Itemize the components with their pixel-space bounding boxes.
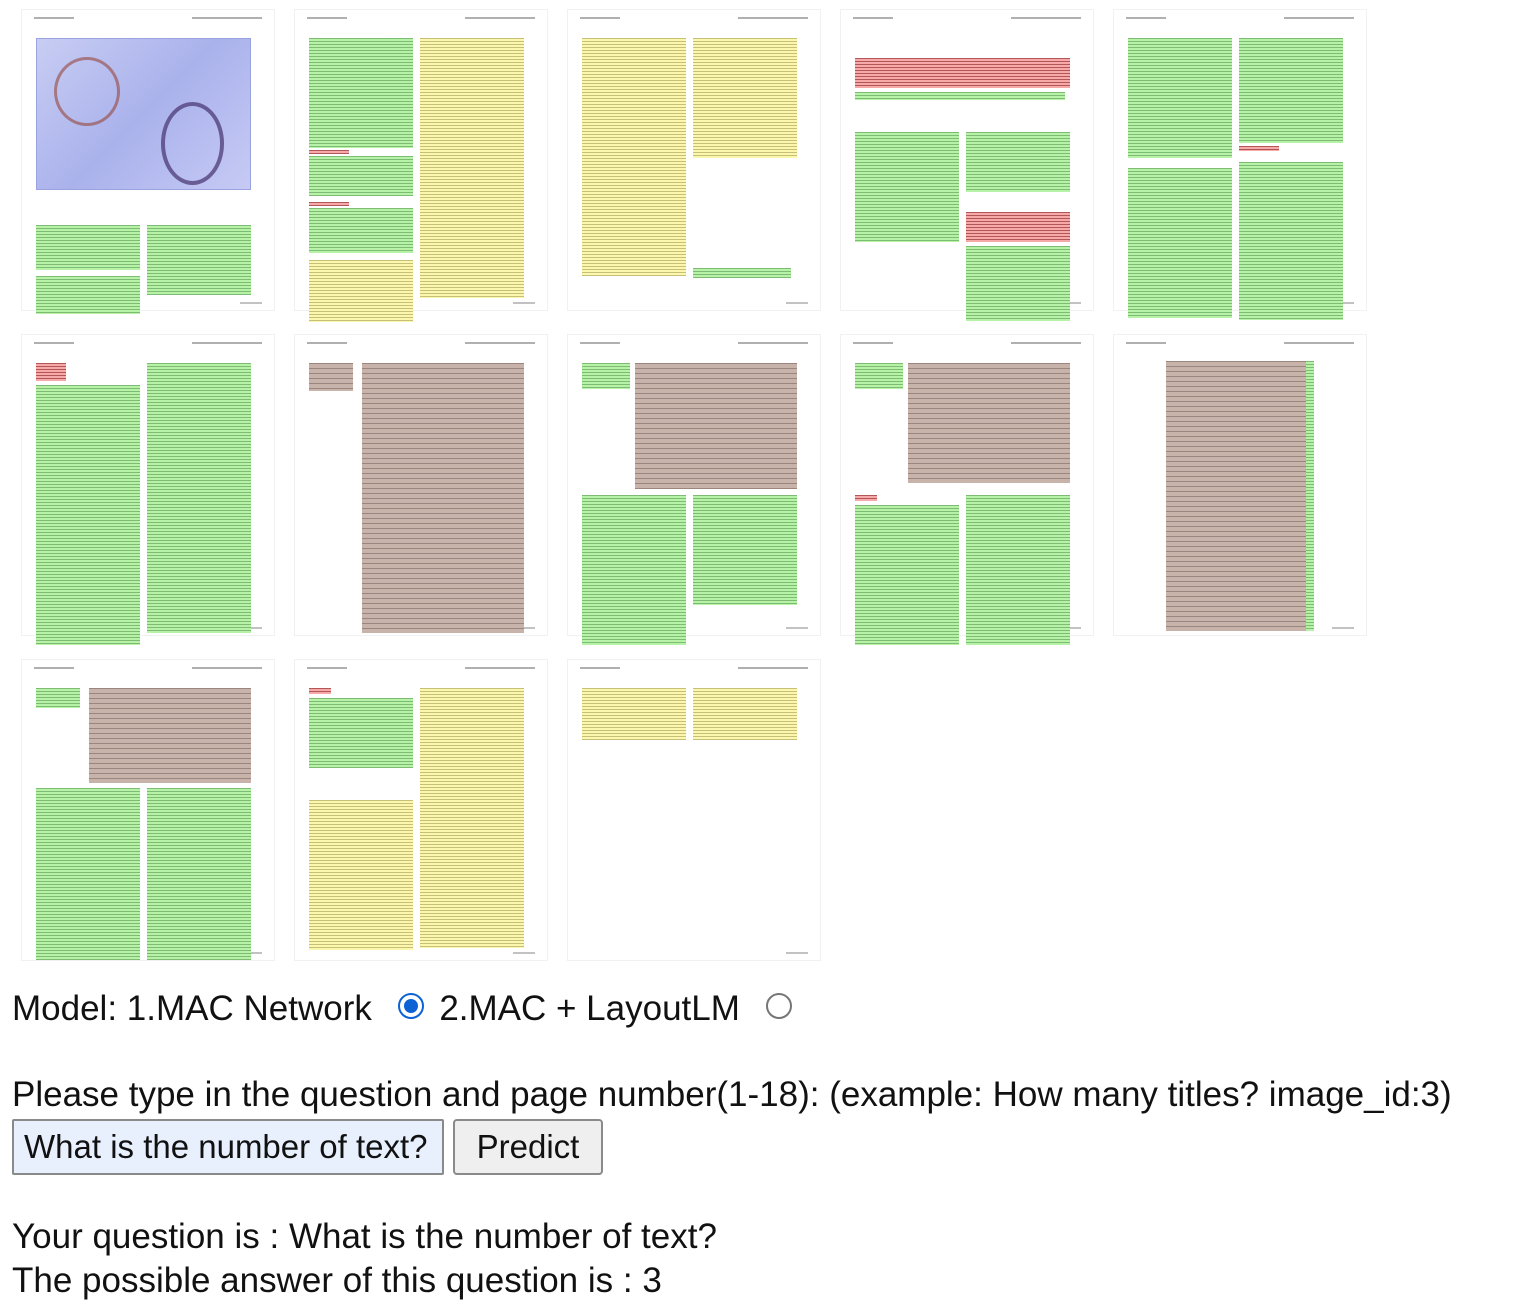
question-prompt: Please type in the question and page num…	[12, 1075, 1452, 1114]
list-region	[582, 38, 686, 276]
page-header-line	[580, 667, 808, 669]
text-region	[855, 363, 903, 389]
text-region	[1306, 361, 1314, 631]
text-region	[966, 246, 1070, 321]
text-region	[966, 132, 1070, 192]
text-region	[147, 225, 251, 295]
model-option-1-radio[interactable]	[397, 992, 424, 1019]
title-region	[309, 202, 349, 206]
text-region	[36, 276, 140, 314]
list-region	[420, 688, 524, 948]
table-region	[908, 363, 1070, 483]
page-footer-line	[580, 302, 808, 304]
page-thumbnail-12[interactable]	[295, 660, 547, 960]
page-thumbnail-11[interactable]	[22, 660, 274, 960]
page-header-line	[307, 342, 535, 344]
page-thumbnail-13[interactable]	[568, 660, 820, 960]
page-header-line	[853, 342, 1081, 344]
text-region	[1128, 38, 1232, 158]
text-region	[1128, 168, 1232, 318]
page-header-line	[34, 17, 262, 19]
page-header-line	[34, 342, 262, 344]
table-region	[635, 363, 797, 489]
text-region	[309, 698, 413, 768]
page-thumbnail-4[interactable]	[841, 10, 1093, 321]
page-header-line	[1126, 17, 1354, 19]
text-region	[36, 788, 140, 960]
text-region	[147, 363, 251, 633]
page-footer-line	[307, 952, 535, 954]
table-region	[309, 363, 353, 391]
result-answer: The possible answer of this question is …	[12, 1261, 662, 1300]
list-region	[309, 800, 413, 950]
text-region	[309, 208, 413, 253]
text-region	[855, 505, 959, 645]
page-thumbnail-5[interactable]	[1114, 10, 1366, 320]
text-region	[309, 38, 413, 148]
page-thumbnail-2[interactable]	[295, 10, 547, 322]
model-option-2-label: 2.MAC + LayoutLM	[439, 988, 740, 1028]
text-region	[1239, 162, 1343, 320]
title-region	[1239, 146, 1279, 151]
page-header-line	[580, 342, 808, 344]
list-region	[693, 38, 797, 158]
table-region	[89, 688, 251, 783]
text-region	[36, 225, 140, 270]
text-region	[582, 495, 686, 645]
page-header-line	[307, 17, 535, 19]
list-region	[309, 260, 413, 322]
title-region	[309, 150, 349, 154]
title-region	[309, 688, 331, 694]
page-thumbnail-9[interactable]	[841, 335, 1093, 645]
question-input[interactable]	[12, 1119, 444, 1175]
title-region	[966, 212, 1070, 242]
page-header-line	[307, 667, 535, 669]
page-thumbnail-8[interactable]	[568, 335, 820, 645]
text-region	[855, 92, 1065, 100]
model-label: Model:	[12, 988, 118, 1028]
page-header-line	[1126, 342, 1354, 344]
text-region	[582, 363, 630, 389]
list-region	[420, 38, 524, 298]
model-selector: Model: 1.MAC Network 2.MAC + LayoutLM	[12, 985, 798, 1031]
page-thumbnail-7[interactable]	[295, 335, 547, 635]
table-region	[1166, 361, 1306, 631]
text-region	[966, 495, 1070, 645]
result-question: Your question is : What is the number of…	[12, 1217, 717, 1256]
title-region	[855, 58, 1070, 88]
model-option-2-radio[interactable]	[765, 992, 792, 1019]
text-region	[309, 156, 413, 196]
title-region	[36, 363, 66, 381]
page-footer-line	[580, 952, 808, 954]
page-thumbnail-10[interactable]	[1114, 335, 1366, 635]
table-region	[362, 363, 524, 633]
list-region	[693, 688, 797, 740]
text-region	[693, 268, 791, 278]
page-thumbnail-1[interactable]	[22, 10, 274, 314]
page-thumbnail-3[interactable]	[568, 10, 820, 310]
list-region	[582, 688, 686, 740]
model-option-1-label: 1.MAC Network	[126, 988, 372, 1028]
text-region	[36, 385, 140, 645]
page-header-line	[34, 667, 262, 669]
text-region	[1239, 38, 1343, 143]
predict-button[interactable]: Predict	[453, 1119, 603, 1175]
page-header-line	[853, 17, 1081, 19]
page-thumbnail-6[interactable]	[22, 335, 274, 645]
text-region	[147, 788, 251, 960]
figure-region	[36, 38, 251, 190]
text-region	[36, 688, 80, 708]
title-region	[855, 495, 877, 501]
text-region	[693, 495, 797, 605]
page-header-line	[580, 17, 808, 19]
document-page-grid	[0, 0, 1539, 970]
text-region	[855, 132, 959, 242]
